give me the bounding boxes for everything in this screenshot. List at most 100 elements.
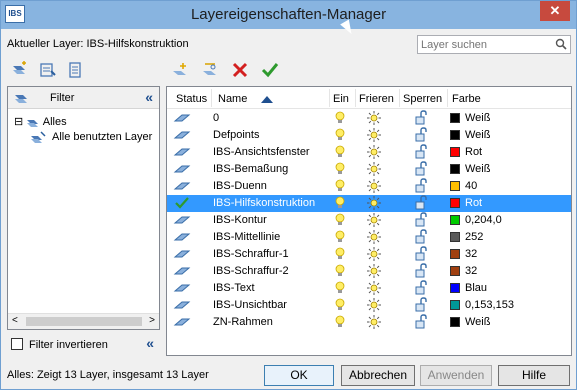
- column-header-lock[interactable]: Sperren: [403, 93, 442, 105]
- layer-name[interactable]: IBS-Kontur: [213, 214, 267, 226]
- layer-name[interactable]: IBS-Schraffur-2: [213, 265, 289, 277]
- scrollbar-thumb[interactable]: [26, 317, 142, 326]
- color-name[interactable]: 0,204,0: [465, 214, 502, 226]
- thaw-sun-icon[interactable]: [367, 315, 381, 329]
- layer-on-bulb-icon[interactable]: [335, 145, 345, 159]
- thaw-sun-icon[interactable]: [367, 196, 381, 210]
- color-swatch[interactable]: [450, 181, 460, 191]
- thaw-sun-icon[interactable]: [367, 281, 381, 295]
- layer-states-manager-icon[interactable]: [67, 61, 85, 79]
- layer-on-bulb-icon[interactable]: [335, 230, 345, 244]
- layer-on-bulb-icon[interactable]: [335, 247, 345, 261]
- layer-on-bulb-icon[interactable]: [335, 196, 345, 210]
- ok-button[interactable]: OK: [264, 365, 334, 386]
- layer-name[interactable]: Defpoints: [213, 129, 259, 141]
- layer-on-bulb-icon[interactable]: [335, 213, 345, 227]
- new-group-filter-icon[interactable]: [39, 61, 57, 79]
- table-row[interactable]: IBS-Duenn 40: [167, 178, 571, 195]
- new-property-filter-icon[interactable]: [11, 61, 29, 79]
- table-row[interactable]: IBS-Hilfskonstruktion Rot: [167, 195, 571, 212]
- table-row[interactable]: IBS-Schraffur-2 32: [167, 263, 571, 280]
- thaw-sun-icon[interactable]: [367, 179, 381, 193]
- tree-node-used-layers[interactable]: Alle benutzten Layer: [31, 131, 152, 143]
- unlocked-padlock-icon[interactable]: [413, 161, 429, 177]
- thaw-sun-icon[interactable]: [367, 162, 381, 176]
- layer-name[interactable]: IBS-Duenn: [213, 180, 267, 192]
- new-layer-icon[interactable]: [171, 61, 189, 79]
- color-name[interactable]: 252: [465, 231, 483, 243]
- color-swatch[interactable]: [450, 164, 460, 174]
- table-row[interactable]: IBS-Bemaßung Weiß: [167, 161, 571, 178]
- color-swatch[interactable]: [450, 317, 460, 327]
- thaw-sun-icon[interactable]: [367, 111, 381, 125]
- column-separator[interactable]: [399, 89, 400, 107]
- column-header-freeze[interactable]: Frieren: [359, 93, 394, 105]
- thaw-sun-icon[interactable]: [367, 247, 381, 261]
- filter-panel-horizontal-scrollbar[interactable]: < >: [8, 313, 159, 329]
- color-swatch[interactable]: [450, 283, 460, 293]
- color-name[interactable]: Rot: [465, 197, 482, 209]
- color-name[interactable]: Weiß: [465, 112, 490, 124]
- unlocked-padlock-icon[interactable]: [413, 127, 429, 143]
- layer-on-bulb-icon[interactable]: [335, 298, 345, 312]
- scroll-left-icon[interactable]: <: [12, 315, 18, 326]
- color-name[interactable]: Rot: [465, 146, 482, 158]
- table-row[interactable]: Defpoints Weiß: [167, 127, 571, 144]
- column-header-name[interactable]: Name: [218, 93, 247, 105]
- help-button[interactable]: Hilfe: [498, 365, 570, 386]
- unlocked-padlock-icon[interactable]: [413, 110, 429, 126]
- color-name[interactable]: Weiß: [465, 316, 490, 328]
- color-name[interactable]: 40: [465, 180, 477, 192]
- unlocked-padlock-icon[interactable]: [413, 280, 429, 296]
- color-swatch[interactable]: [450, 147, 460, 157]
- unlocked-padlock-icon[interactable]: [413, 297, 429, 313]
- color-name[interactable]: 32: [465, 248, 477, 260]
- thaw-sun-icon[interactable]: [367, 145, 381, 159]
- thaw-sun-icon[interactable]: [367, 298, 381, 312]
- layer-on-bulb-icon[interactable]: [335, 179, 345, 193]
- layer-on-bulb-icon[interactable]: [335, 315, 345, 329]
- layer-on-bulb-icon[interactable]: [335, 128, 345, 142]
- color-name[interactable]: 32: [465, 265, 477, 277]
- filter-invert-checkbox[interactable]: [11, 338, 23, 350]
- unlocked-padlock-icon[interactable]: [413, 263, 429, 279]
- table-row[interactable]: IBS-Schraffur-1 32: [167, 246, 571, 263]
- layer-on-bulb-icon[interactable]: [335, 264, 345, 278]
- table-row[interactable]: IBS-Mittellinie 252: [167, 229, 571, 246]
- unlocked-padlock-icon[interactable]: [413, 144, 429, 160]
- thaw-sun-icon[interactable]: [367, 230, 381, 244]
- table-row[interactable]: IBS-Unsichtbar 0,153,153: [167, 297, 571, 314]
- layer-name[interactable]: IBS-Hilfskonstruktion: [213, 197, 315, 209]
- table-row[interactable]: ZN-Rahmen Weiß: [167, 314, 571, 331]
- layer-name[interactable]: IBS-Ansichtsfenster: [213, 146, 310, 158]
- column-separator[interactable]: [447, 89, 448, 107]
- layer-on-bulb-icon[interactable]: [335, 162, 345, 176]
- layer-name[interactable]: IBS-Mittellinie: [213, 231, 280, 243]
- layer-search-box[interactable]: [417, 35, 571, 54]
- apply-button[interactable]: Anwenden: [420, 365, 492, 386]
- table-row[interactable]: IBS-Ansichtsfenster Rot: [167, 144, 571, 161]
- column-header-status[interactable]: Status: [176, 93, 207, 105]
- collapse-filter-panel-bottom-button[interactable]: «: [146, 335, 154, 351]
- layer-search-input[interactable]: [418, 36, 548, 53]
- search-icon[interactable]: [555, 38, 567, 50]
- color-swatch[interactable]: [450, 215, 460, 225]
- tree-node-all[interactable]: ⊟ Alles: [14, 115, 67, 128]
- table-row[interactable]: 0 Weiß: [167, 110, 571, 127]
- color-swatch[interactable]: [450, 130, 460, 140]
- layer-name[interactable]: IBS-Text: [213, 282, 255, 294]
- unlocked-padlock-icon[interactable]: [413, 246, 429, 262]
- color-swatch[interactable]: [450, 300, 460, 310]
- unlocked-padlock-icon[interactable]: [413, 314, 429, 330]
- tree-expander-icon[interactable]: ⊟: [14, 116, 23, 128]
- unlocked-padlock-icon[interactable]: [413, 229, 429, 245]
- close-button[interactable]: ✕: [540, 1, 570, 21]
- color-name[interactable]: Weiß: [465, 163, 490, 175]
- color-swatch[interactable]: [450, 232, 460, 242]
- unlocked-padlock-icon[interactable]: [413, 212, 429, 228]
- layer-on-bulb-icon[interactable]: [335, 281, 345, 295]
- color-swatch[interactable]: [450, 249, 460, 259]
- layer-name[interactable]: 0: [213, 112, 219, 124]
- color-swatch[interactable]: [450, 266, 460, 276]
- column-separator[interactable]: [355, 89, 356, 107]
